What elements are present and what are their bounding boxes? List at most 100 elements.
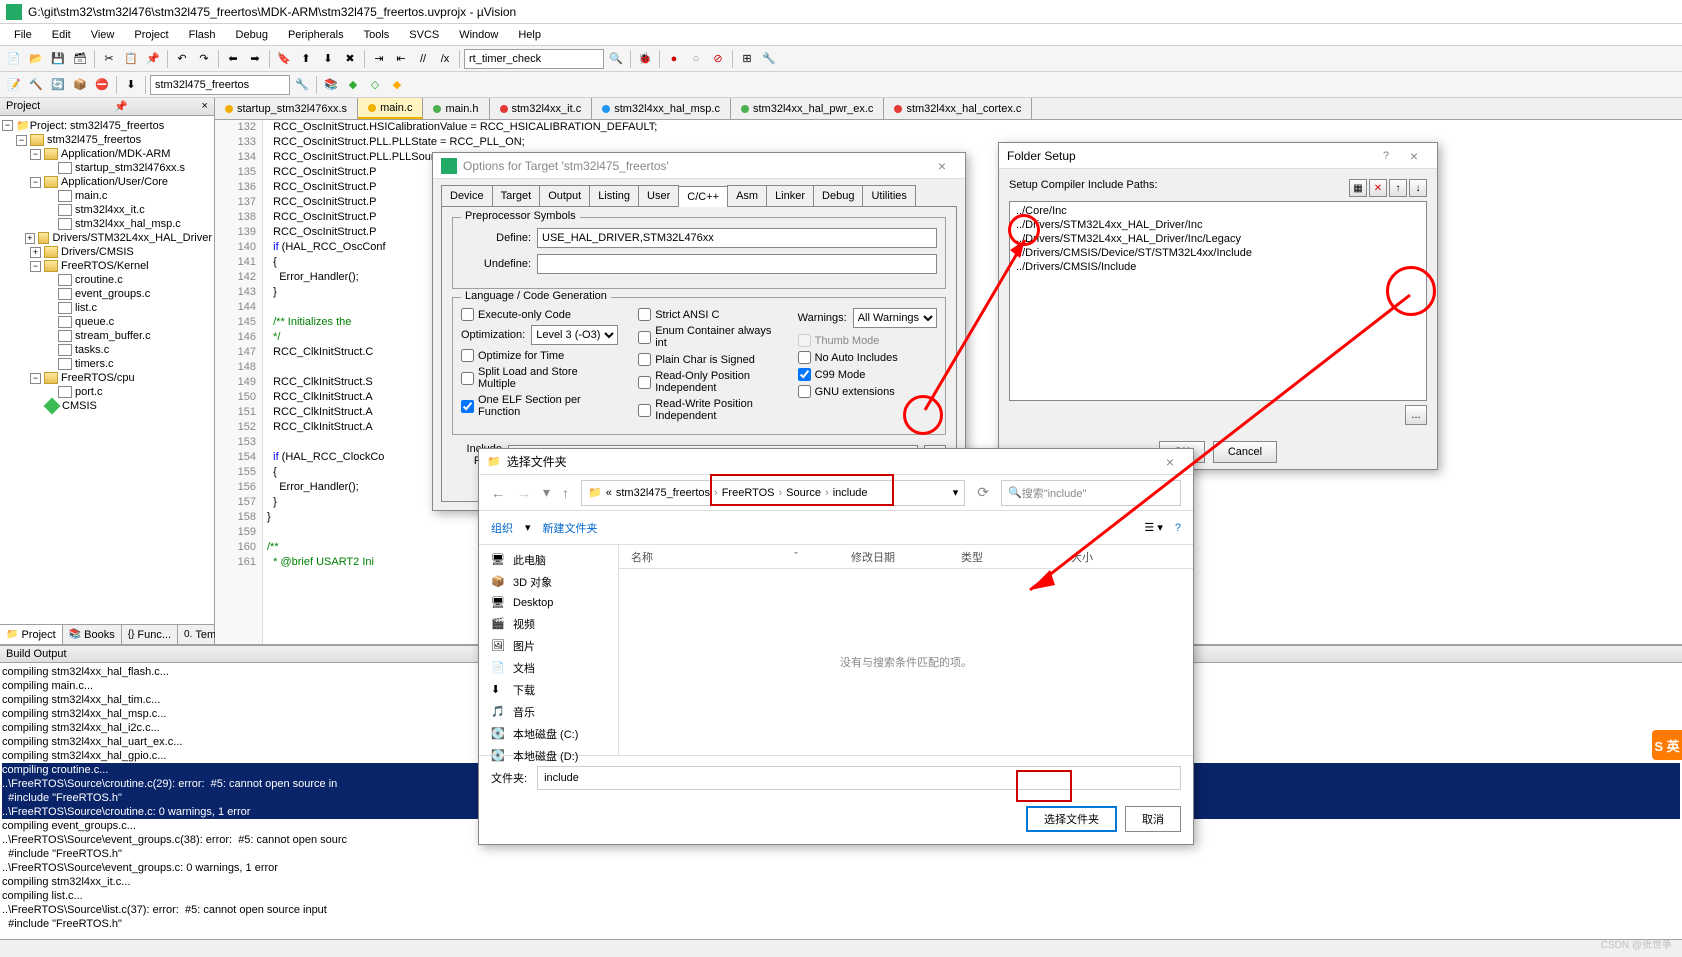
rwpi-check[interactable] — [638, 404, 651, 417]
split-load-check[interactable] — [461, 372, 474, 385]
group-node[interactable]: FreeRTOS/cpu — [61, 372, 135, 384]
menu-edit[interactable]: Edit — [42, 26, 81, 44]
column-headers[interactable]: 名称ˇ 修改日期 类型 大小 — [619, 545, 1193, 569]
stop-build-button[interactable]: ⛔ — [92, 75, 112, 95]
browse-side-item[interactable]: 💽本地磁盘 (C:) — [483, 723, 614, 745]
target-combo[interactable] — [150, 75, 290, 95]
view-button[interactable]: ☰ ▾ — [1144, 521, 1162, 534]
menu-svcs[interactable]: SVCS — [399, 26, 449, 44]
rebuild-button[interactable]: 🔄 — [48, 75, 68, 95]
find-button[interactable]: 🔍 — [606, 49, 626, 69]
ropi-check[interactable] — [638, 376, 651, 389]
file-node[interactable]: startup_stm32l476xx.s — [75, 162, 185, 174]
chevron-down-icon[interactable]: ▾ — [953, 486, 959, 499]
browse-side-item[interactable]: 💽本地磁盘 (D:) — [483, 745, 614, 767]
redo-button[interactable]: ↷ — [194, 49, 214, 69]
menu-peripherals[interactable]: Peripherals — [278, 26, 354, 44]
folder-name-input[interactable] — [537, 766, 1181, 790]
group-node[interactable]: FreeRTOS/Kernel — [61, 260, 149, 272]
bookmark-clear-button[interactable]: ✖ — [340, 49, 360, 69]
panel-pin-icon[interactable]: 📌 — [114, 100, 128, 113]
configure-button[interactable]: 🔧 — [759, 49, 779, 69]
options-tab-output[interactable]: Output — [539, 185, 590, 206]
group-node[interactable]: Application/User/Core — [61, 176, 168, 188]
browse-side-item[interactable]: 🖥Desktop — [483, 593, 614, 613]
browse-side-item[interactable]: 🖼图片 — [483, 635, 614, 657]
file-node[interactable]: timers.c — [75, 358, 114, 370]
options-tab-utilities[interactable]: Utilities — [862, 185, 915, 206]
help-icon[interactable]: ? — [1175, 522, 1181, 534]
target-options-button[interactable]: 🔧 — [292, 75, 312, 95]
tree-expander[interactable]: − — [2, 120, 13, 131]
build-button[interactable]: 🔨 — [26, 75, 46, 95]
menu-tools[interactable]: Tools — [354, 26, 400, 44]
include-path-item[interactable]: ../Drivers/STM32L4xx_HAL_Driver/Inc/Lega… — [1012, 232, 1424, 246]
help-icon[interactable]: ? — [1383, 150, 1389, 162]
options-tab-listing[interactable]: Listing — [589, 185, 639, 206]
options-tab-user[interactable]: User — [638, 185, 679, 206]
outdent-button[interactable]: ⇤ — [391, 49, 411, 69]
browse-side-item[interactable]: 📄文档 — [483, 657, 614, 679]
define-input[interactable] — [537, 228, 937, 248]
nav-back-icon[interactable]: ← — [491, 485, 505, 501]
include-path-item[interactable]: ../Drivers/CMSIS/Device/ST/STM32L4xx/Inc… — [1012, 246, 1424, 260]
panel-tab-project[interactable]: 📁 Project — [0, 625, 63, 644]
optimize-time-check[interactable] — [461, 349, 474, 362]
project-tree[interactable]: −📁 Project: stm32l475_freertos −stm32l47… — [0, 116, 214, 624]
options-tab-target[interactable]: Target — [492, 185, 541, 206]
group-node[interactable]: Drivers/CMSIS — [61, 246, 134, 258]
browse-sidebar[interactable]: 🖥此电脑📦3D 对象🖥Desktop🎬视频🖼图片📄文档⬇下载🎵音乐💽本地磁盘 (… — [479, 545, 619, 755]
menu-help[interactable]: Help — [508, 26, 551, 44]
navback-button[interactable]: ⬅ — [223, 49, 243, 69]
browse-side-item[interactable]: ⬇下载 — [483, 679, 614, 701]
search-input[interactable]: 🔍 搜索"include" — [1001, 480, 1181, 506]
file-node[interactable]: tasks.c — [75, 344, 109, 356]
include-path-item[interactable]: ../Core/Inc — [1012, 204, 1424, 218]
browse-side-item[interactable]: 🎵音乐 — [483, 701, 614, 723]
file-node[interactable]: stm32l4xx_hal_msp.c — [75, 218, 181, 230]
manage-button[interactable]: 📚 — [321, 75, 341, 95]
menu-view[interactable]: View — [81, 26, 125, 44]
file-node[interactable]: event_groups.c — [75, 288, 150, 300]
copy-button[interactable]: 📋 — [121, 49, 141, 69]
editor-tab[interactable]: main.h — [423, 98, 489, 119]
save-button[interactable]: 💾 — [48, 49, 68, 69]
editor-tab[interactable]: stm32l4xx_it.c — [490, 98, 593, 119]
cmsis-node[interactable]: CMSIS — [62, 400, 97, 412]
file-node[interactable]: main.c — [75, 190, 107, 202]
browse-path-button[interactable]: ... — [1405, 405, 1427, 425]
undo-button[interactable]: ↶ — [172, 49, 192, 69]
menu-window[interactable]: Window — [449, 26, 508, 44]
file-node[interactable]: croutine.c — [75, 274, 123, 286]
browse-side-item[interactable]: 🖥此电脑 — [483, 549, 614, 571]
move-down-button[interactable]: ↓ — [1409, 179, 1427, 197]
include-paths-list[interactable]: ../Core/Inc../Drivers/STM32L4xx_HAL_Driv… — [1009, 201, 1427, 401]
editor-tab[interactable]: stm32l4xx_hal_pwr_ex.c — [731, 98, 884, 119]
panel-close-icon[interactable]: × — [202, 100, 208, 113]
options-tab-c/c++[interactable]: C/C++ — [678, 186, 728, 207]
panel-tab-books[interactable]: 📚 Books — [63, 625, 122, 644]
browse-side-item[interactable]: 📦3D 对象 — [483, 571, 614, 593]
file-node[interactable]: port.c — [75, 386, 103, 398]
menu-project[interactable]: Project — [124, 26, 178, 44]
file-node[interactable]: stream_buffer.c — [75, 330, 151, 342]
editor-tab[interactable]: startup_stm32l476xx.s — [215, 98, 358, 119]
undefine-input[interactable] — [537, 254, 937, 274]
organize-button[interactable]: 组织 — [491, 520, 513, 536]
options-tab-asm[interactable]: Asm — [727, 185, 767, 206]
options-tab-debug[interactable]: Debug — [813, 185, 863, 206]
find-combo[interactable] — [464, 49, 604, 69]
file-node[interactable]: list.c — [75, 302, 97, 314]
paste-button[interactable]: 📌 — [143, 49, 163, 69]
close-icon[interactable]: × — [1399, 148, 1429, 164]
menu-file[interactable]: File — [4, 26, 42, 44]
include-path-item[interactable]: ../Drivers/STM32L4xx_HAL_Driver/Inc — [1012, 218, 1424, 232]
browse-side-item[interactable]: 🎬视频 — [483, 613, 614, 635]
close-icon[interactable]: × — [1155, 454, 1185, 470]
new-path-button[interactable]: ▦ — [1349, 179, 1367, 197]
options-tab-device[interactable]: Device — [441, 185, 493, 206]
saveall-button[interactable]: 🗃 — [70, 49, 90, 69]
include-path-item[interactable]: ../Drivers/CMSIS/Include — [1012, 260, 1424, 274]
refresh-icon[interactable]: ⟳ — [977, 484, 989, 501]
bookmark-prev-button[interactable]: ⬆ — [296, 49, 316, 69]
